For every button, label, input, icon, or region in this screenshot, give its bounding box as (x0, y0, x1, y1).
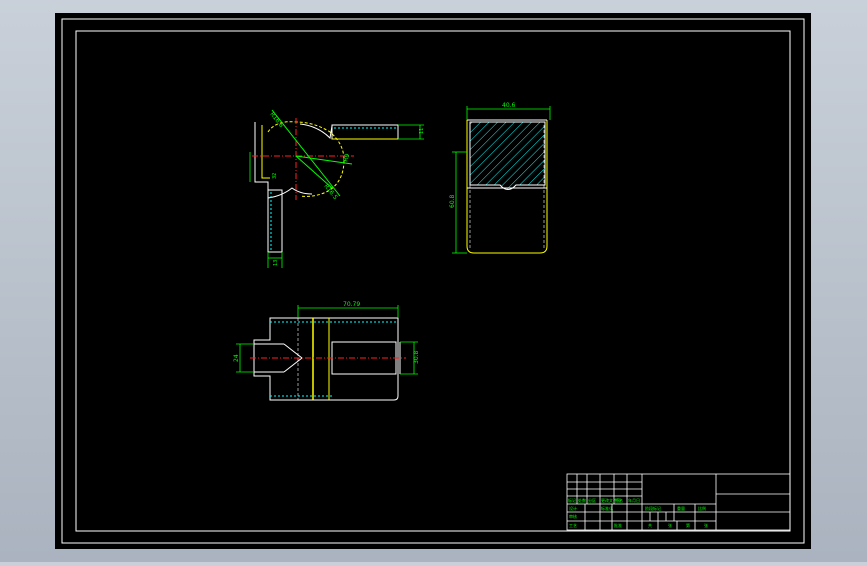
tb-label-mark: 标记 (568, 497, 576, 503)
dim-left-h: 32 (272, 173, 278, 179)
tb-stage: 阶段标记 (645, 505, 661, 511)
tb-sheet: 张 (704, 522, 708, 528)
dim-side-height: 60.8 (449, 194, 456, 208)
dim-bottom-w: 13 (273, 260, 279, 266)
dim-tab-h: 11 (419, 128, 425, 134)
tb-approve: 批准 (614, 522, 622, 528)
dim-front-width: 70.79 (343, 301, 360, 308)
tb-weight: 重量 (677, 505, 685, 511)
tb-scale: 比例 (698, 505, 706, 511)
tb-design: 设计 (569, 505, 577, 511)
dim-side-width: 40.6 (502, 102, 516, 109)
dim-front-left-h: 24 (233, 354, 240, 362)
side-view-hatch (469, 121, 546, 190)
tb-process: 工艺 (569, 523, 577, 528)
drawing-sheet (55, 13, 811, 549)
tb-review: 审核 (569, 513, 577, 519)
tb-standard: 标准化 (601, 505, 613, 511)
tb-label-sign: 签名 (615, 497, 623, 503)
dim-front-right-h: 30.8 (413, 350, 420, 364)
tb-no: 第 (686, 522, 690, 528)
tb-sheets: 张 (668, 522, 672, 528)
tb-label-count: 处数 (578, 497, 586, 503)
tb-label-date: 年月日 (628, 497, 640, 503)
tb-total: 共 (648, 522, 652, 528)
cad-viewport[interactable]: R16.8 R16.5 R9 11 32 13 40.6 60.8 70.79 … (0, 0, 867, 562)
tb-label-zone: 分区 (588, 497, 596, 503)
